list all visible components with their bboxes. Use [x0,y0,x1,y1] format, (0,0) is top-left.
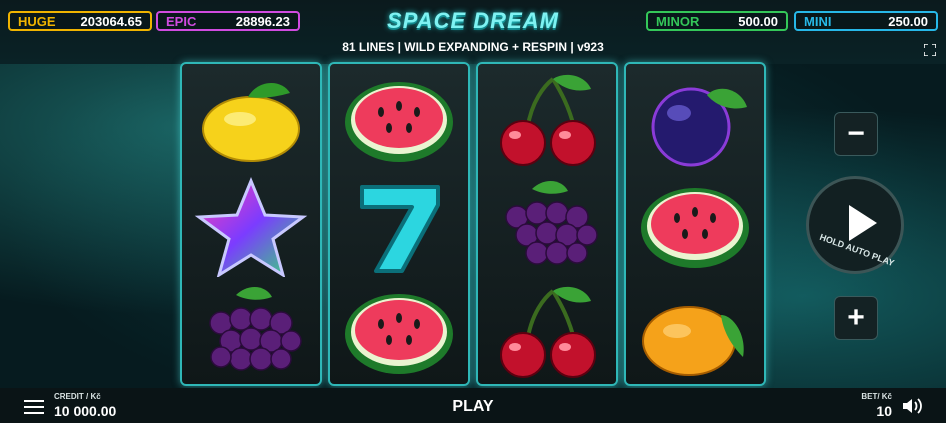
jackpot-value: 250.00 [888,13,928,29]
play-button[interactable]: PLAY [420,398,526,416]
auto-play-button[interactable]: HOLD AUTO PLAY [806,176,904,274]
top-bar: HUGE 203064.65 EPIC 28896.23 SPACE DREAM… [0,0,946,64]
credit-value: 10 000.00 [54,403,117,419]
game-info: 81 LINES | WILD EXPANDING + RESPIN | v92… [342,40,604,54]
jackpot-mini: MINI 250.00 [794,11,938,31]
decrease-bet-button[interactable]: − [834,112,878,156]
cherries-icon [478,68,616,174]
game-title: SPACE DREAM [387,8,559,33]
plum-icon [626,68,764,174]
lemon-icon [182,68,320,174]
volume-icon[interactable] [902,397,922,415]
reels-area [180,62,766,386]
menu-icon[interactable] [24,400,44,414]
jackpot-name: HUGE [18,13,56,29]
watermelon-icon [330,280,468,386]
orange-icon [626,280,764,386]
star-icon [182,174,320,280]
grapes-icon [182,280,320,386]
jackpot-name: MINI [804,13,832,29]
credit-label: CREDIT / Kč [54,392,101,401]
cherries-icon [478,280,616,386]
fullscreen-icon[interactable] [924,44,936,56]
bet-value: 10 [876,403,892,419]
jackpot-value: 203064.65 [80,13,142,29]
watermelon-icon [330,68,468,174]
jackpot-minor: MINOR 500.00 [646,11,788,31]
watermelon-icon [626,174,764,280]
bottom-bar: CREDIT / Kč 10 000.00 PLAY BET/ Kč 10 [0,388,946,423]
seven-icon [330,174,468,280]
jackpot-value: 500.00 [738,13,778,29]
reel-3 [476,62,618,386]
bet-label: BET/ Kč [861,392,892,401]
reel-2 [328,62,470,386]
reel-1 [180,62,322,386]
reel-4 [624,62,766,386]
increase-bet-button[interactable]: + [834,296,878,340]
plus-label: + [847,301,865,334]
jackpot-huge: HUGE 203064.65 [8,11,152,31]
jackpot-name: EPIC [166,13,197,29]
grapes-icon [478,174,616,280]
minus-label: − [847,117,865,150]
jackpot-name: MINOR [656,13,700,29]
jackpot-value: 28896.23 [235,13,290,29]
jackpot-epic: EPIC 28896.23 [156,11,300,31]
play-icon [849,205,877,241]
